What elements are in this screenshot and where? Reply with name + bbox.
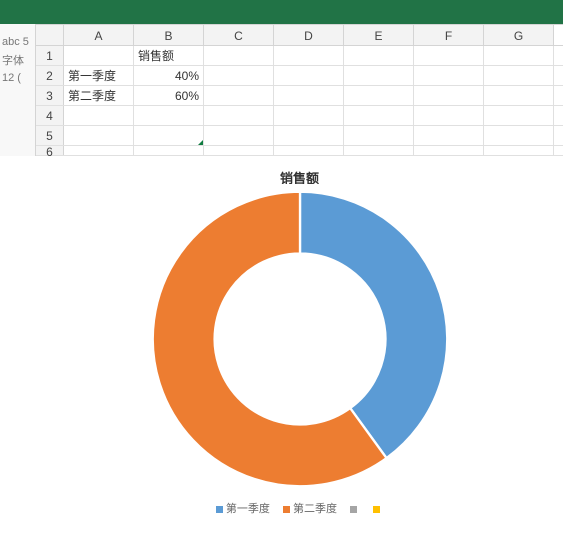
col-header-a[interactable]: A (64, 25, 134, 45)
legend-label-2: 第二季度 (293, 503, 337, 515)
cell-d5[interactable] (274, 126, 344, 145)
row-6: 6 (36, 146, 563, 156)
cell-b4[interactable] (134, 106, 204, 125)
row-header-4[interactable]: 4 (36, 106, 64, 125)
cell-f3[interactable] (414, 86, 484, 105)
col-header-e[interactable]: E (344, 25, 414, 45)
donut-chart (145, 184, 455, 494)
cell-e6[interactable] (344, 146, 414, 155)
cell-f6[interactable] (414, 146, 484, 155)
column-header-row: A B C D E F G (36, 24, 563, 46)
cell-c3[interactable] (204, 86, 274, 105)
row-4: 4 (36, 106, 563, 126)
cell-f5[interactable] (414, 126, 484, 145)
cell-c1[interactable] (204, 46, 274, 65)
cell-f2[interactable] (414, 66, 484, 85)
font-panel-line1: abc 5 (0, 34, 35, 50)
legend-item-2: 第二季度 (283, 500, 337, 516)
cell-a2[interactable]: 第一季度 (64, 66, 134, 85)
col-header-b[interactable]: B (134, 25, 204, 45)
cell-f1[interactable] (414, 46, 484, 65)
cell-c4[interactable] (204, 106, 274, 125)
cell-a5[interactable] (64, 126, 134, 145)
cell-d3[interactable] (274, 86, 344, 105)
cell-b5[interactable] (134, 126, 204, 145)
col-header-d[interactable]: D (274, 25, 344, 45)
cell-d1[interactable] (274, 46, 344, 65)
cell-g2[interactable] (484, 66, 554, 85)
cell-c2[interactable] (204, 66, 274, 85)
row-2: 2 第一季度 40% (36, 66, 563, 86)
cell-e3[interactable] (344, 86, 414, 105)
cell-d6[interactable] (274, 146, 344, 155)
cell-e2[interactable] (344, 66, 414, 85)
cell-c6[interactable] (204, 146, 274, 155)
donut-slice-1[interactable] (300, 192, 447, 458)
font-panel: abc 5 字体 12 ( (0, 24, 36, 156)
cell-b6[interactable] (134, 146, 204, 155)
cell-a1[interactable] (64, 46, 134, 65)
row-3: 3 第二季度 60% (36, 86, 563, 106)
cell-c5[interactable] (204, 126, 274, 145)
row-5: 5 (36, 126, 563, 146)
cell-b1[interactable]: 销售额 (134, 46, 204, 65)
cell-e4[interactable] (344, 106, 414, 125)
cell-b2[interactable]: 40% (134, 66, 204, 85)
cell-g4[interactable] (484, 106, 554, 125)
row-header-5[interactable]: 5 (36, 126, 64, 145)
legend-swatch-yellow (373, 506, 380, 513)
font-panel-line3: 12 ( (0, 70, 35, 86)
row-header-2[interactable]: 2 (36, 66, 64, 85)
cell-b3[interactable]: 60% (134, 86, 204, 105)
chart-object[interactable]: 销售额 第一季度 第二季度 (36, 156, 563, 533)
ribbon-bar (0, 0, 563, 24)
cell-g6[interactable] (484, 146, 554, 155)
legend-swatch-gray (350, 506, 357, 513)
cell-d4[interactable] (274, 106, 344, 125)
cell-a3[interactable]: 第二季度 (64, 86, 134, 105)
legend-label-1: 第一季度 (226, 503, 270, 515)
select-all-corner[interactable] (36, 25, 64, 45)
legend-swatch-orange (283, 506, 290, 513)
cell-f4[interactable] (414, 106, 484, 125)
col-header-c[interactable]: C (204, 25, 274, 45)
col-header-g[interactable]: G (484, 25, 554, 45)
cell-a4[interactable] (64, 106, 134, 125)
legend-item-4 (373, 503, 383, 515)
row-header-3[interactable]: 3 (36, 86, 64, 105)
cell-e1[interactable] (344, 46, 414, 65)
cell-a6[interactable] (64, 146, 134, 155)
cell-d2[interactable] (274, 66, 344, 85)
col-header-f[interactable]: F (414, 25, 484, 45)
spreadsheet-grid[interactable]: A B C D E F G 1 销售额 2 第一季度 40% 3 第二季度 60… (36, 24, 563, 156)
chart-title: 销售额 (36, 156, 563, 184)
cell-e5[interactable] (344, 126, 414, 145)
cell-g5[interactable] (484, 126, 554, 145)
row-1: 1 销售额 (36, 46, 563, 66)
font-panel-line2: 字体 (0, 50, 35, 70)
active-cell-marker (198, 140, 203, 145)
row-header-1[interactable]: 1 (36, 46, 64, 65)
legend-item-3 (350, 503, 360, 515)
row-header-6[interactable]: 6 (36, 146, 64, 155)
cell-g1[interactable] (484, 46, 554, 65)
cell-g3[interactable] (484, 86, 554, 105)
legend-item-1: 第一季度 (216, 500, 270, 516)
chart-legend: 第一季度 第二季度 (36, 494, 563, 516)
legend-swatch-blue (216, 506, 223, 513)
